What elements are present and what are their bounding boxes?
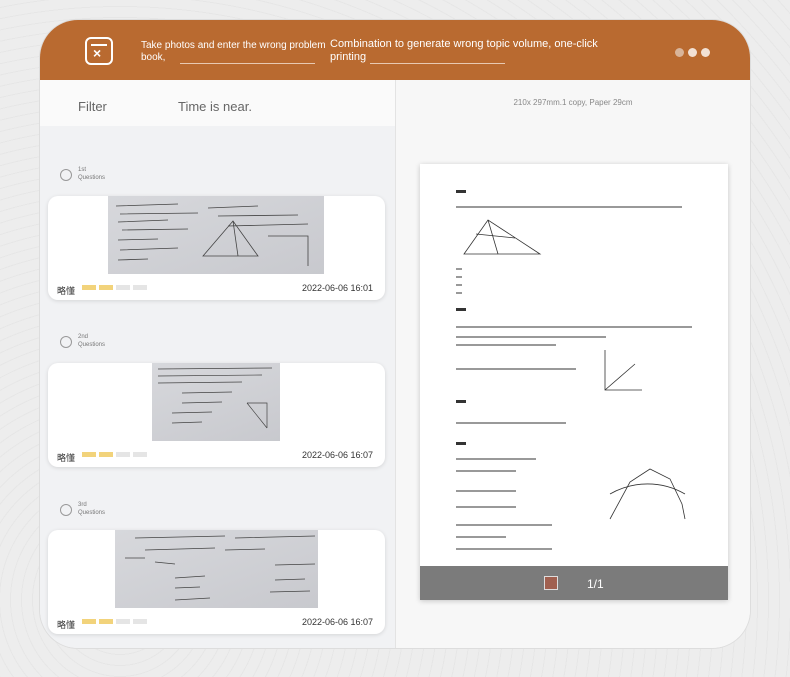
edit-icon[interactable] [544, 576, 558, 590]
question-card[interactable]: 略懂 2022-06-06 16:01 [48, 196, 385, 300]
question-photo [115, 530, 318, 608]
mastery-level [82, 619, 147, 624]
paper-spec: 210x 297mm.1 copy, Paper 29cm [513, 98, 633, 107]
question-label: Questions [78, 175, 106, 181]
photo-hint: Take photos and enter the wrong problem … [141, 40, 326, 63]
print-hint: Combination to generate wrong topic volu… [330, 38, 598, 63]
question-date: 2022-06-06 16:01 [301, 283, 373, 293]
question-header: 3rd Questions [60, 501, 105, 517]
sort-time-button[interactable]: Time is near. [178, 99, 252, 114]
question-ordinal: 3rd [78, 502, 87, 508]
select-radio[interactable] [60, 336, 72, 348]
filter-button[interactable]: Filter [78, 99, 107, 114]
hint-underline [370, 63, 505, 64]
preview-page: 1/1 [420, 164, 728, 600]
app-window: × Take photos and enter the wrong proble… [40, 20, 750, 648]
question-ordinal: 1st [78, 167, 87, 173]
question-label: Questions [78, 342, 106, 348]
question-ordinal: 2nd [78, 334, 89, 340]
more-icon[interactable] [675, 48, 710, 57]
select-radio[interactable] [60, 504, 72, 516]
question-header: 2nd Questions [60, 333, 105, 349]
mastery-level [82, 285, 147, 290]
print-preview-panel: 210x 297mm.1 copy, Paper 29cm 1/1 [396, 80, 750, 648]
mastery-label: 略懂 [57, 620, 76, 630]
mastery-level [82, 452, 147, 457]
question-card[interactable]: 略懂 2022-06-06 16:07 [48, 363, 385, 467]
mastery-label: 略懂 [57, 453, 76, 463]
question-header: 1st Questions [60, 166, 105, 182]
question-label: Questions [78, 510, 106, 516]
mastery-label: 略懂 [57, 286, 76, 296]
question-photo [152, 363, 280, 441]
header-bar: × Take photos and enter the wrong proble… [40, 20, 750, 80]
question-date: 2022-06-06 16:07 [301, 617, 373, 627]
wrong-book-icon[interactable]: × [85, 37, 113, 65]
question-photo [108, 196, 324, 274]
preview-footer: 1/1 [420, 566, 728, 600]
filter-bar: Filter Time is near. [40, 80, 395, 126]
question-card[interactable]: 略懂 2022-06-06 16:07 [48, 530, 385, 634]
question-list-panel: Filter Time is near. 1st Questions 略懂 20… [40, 80, 395, 648]
hint-underline [180, 63, 315, 64]
page-content-graphic [456, 190, 692, 550]
question-date: 2022-06-06 16:07 [301, 450, 373, 460]
page-indicator: 1/1 [587, 577, 604, 591]
select-radio[interactable] [60, 169, 72, 181]
